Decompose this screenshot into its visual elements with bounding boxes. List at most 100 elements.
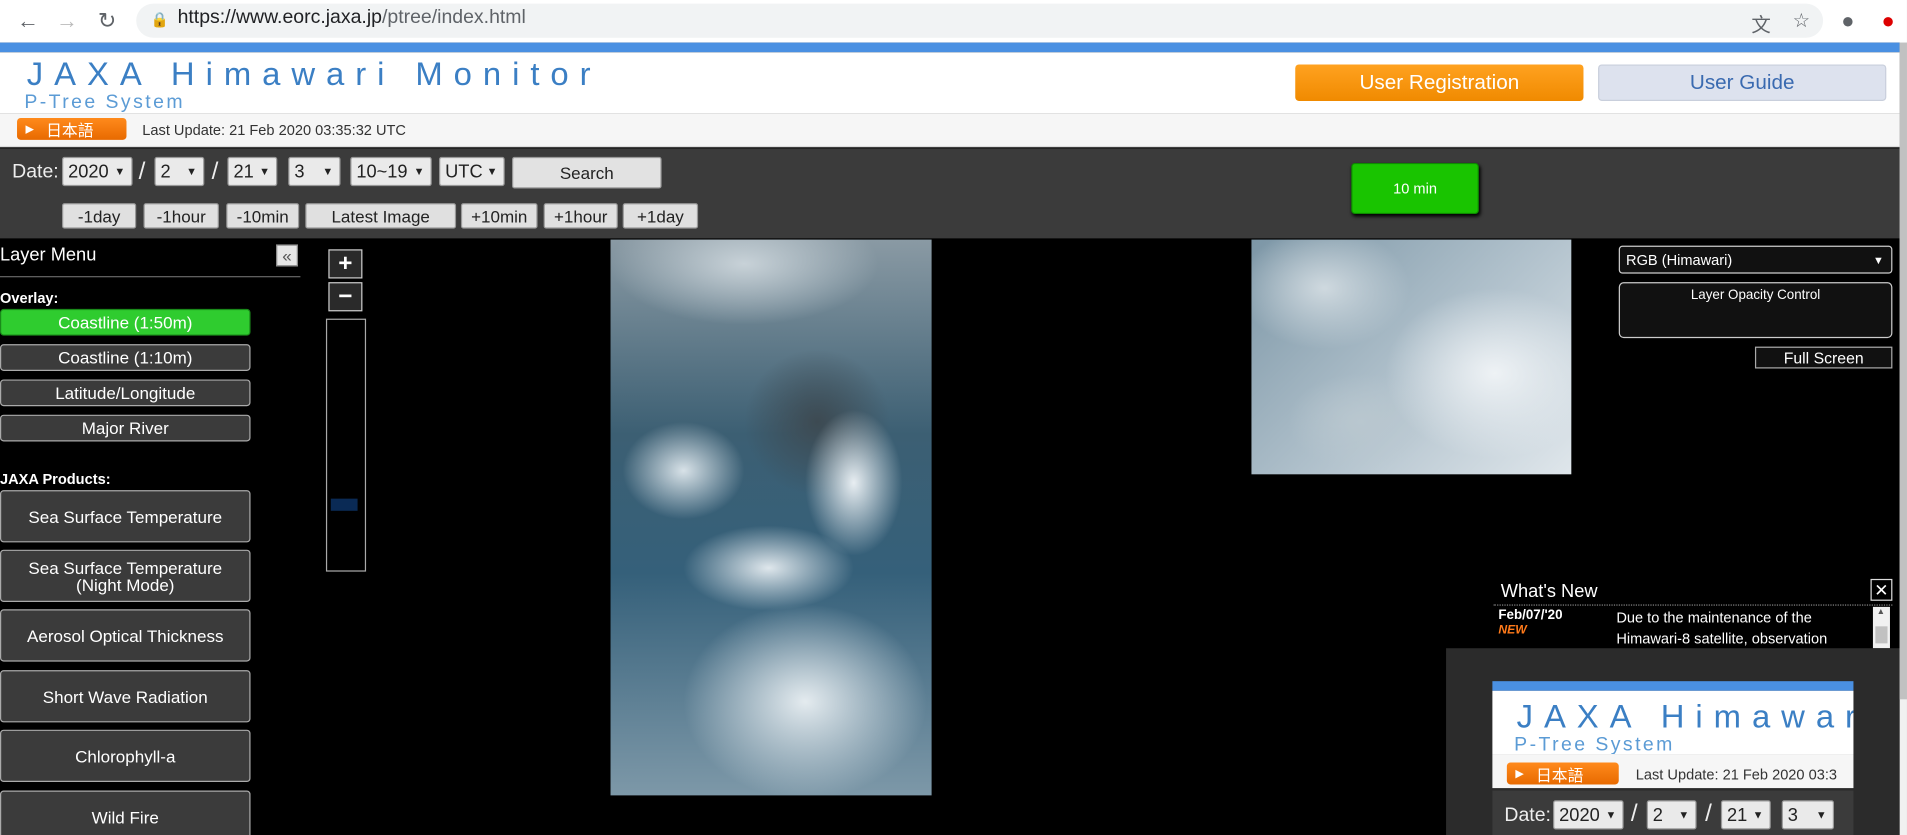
preview-day-select[interactable]: 21 ▼ <box>1720 800 1771 830</box>
preview-year-select[interactable]: 2020 ▼ <box>1553 800 1624 830</box>
overlay-lat-lon[interactable]: Latitude/Longitude <box>0 379 251 407</box>
product-aerosol[interactable]: Aerosol Optical Thickness <box>0 609 251 662</box>
plus-1day-button[interactable]: +1day <box>622 203 699 229</box>
preview-hour-select[interactable]: 3 ▼ <box>1781 800 1835 830</box>
news-scrollbar[interactable]: ▲ <box>1872 606 1890 649</box>
timezone-value: UTC <box>445 161 483 182</box>
plus-10min-button[interactable]: +10min <box>460 203 538 229</box>
url-path: /ptree/index.html <box>381 7 526 28</box>
year-value: 2020 <box>68 161 109 182</box>
year-select[interactable]: 2020 ▼ <box>62 156 133 187</box>
overlay-coastline-50m[interactable]: Coastline (1:50m) <box>0 308 251 336</box>
interval-10min-button[interactable]: 10 min <box>1351 162 1479 215</box>
site-subtitle: P-Tree System <box>24 92 185 114</box>
product-chlorophyll[interactable]: Chlorophyll-a <box>0 729 251 783</box>
dropdown-arrow-icon: ▼ <box>1873 253 1884 266</box>
dropdown-arrow-icon: ▼ <box>322 165 334 178</box>
band-select[interactable]: RGB (Himawari) ▼ <box>1618 245 1893 274</box>
layer-opacity-control[interactable]: Layer Opacity Control <box>1618 282 1893 339</box>
minute-value: 10~19 <box>356 161 408 182</box>
day-select[interactable]: 21 ▼ <box>227 156 278 187</box>
product-sst-night[interactable]: Sea Surface Temperature (Night Mode) <box>0 549 251 603</box>
date-separator: / <box>211 158 219 185</box>
lock-icon[interactable]: 🔒 <box>151 11 169 28</box>
hour-value: 3 <box>294 161 305 182</box>
date-separator: / <box>138 158 146 185</box>
close-icon[interactable]: ✕ <box>1870 578 1893 601</box>
reload-icon[interactable]: ↻ <box>91 6 123 35</box>
product-wild-fire[interactable]: Wild Fire <box>0 790 251 835</box>
scroll-thumb[interactable] <box>1875 626 1888 644</box>
zoom-slider-thumb[interactable] <box>330 498 358 511</box>
url-text[interactable]: https://www.eorc.jaxa.jp/ptree/index.htm… <box>178 7 526 29</box>
overlay-section-label: Overlay: <box>0 289 59 307</box>
preview-accent-bar <box>1492 681 1854 691</box>
preview-day-value: 21 <box>1726 804 1748 826</box>
translate-icon[interactable]: 文 <box>1751 9 1770 38</box>
dropdown-arrow-icon: ▼ <box>186 165 198 178</box>
forward-icon[interactable]: → <box>51 6 83 35</box>
dropdown-arrow-icon: ▼ <box>1605 808 1617 821</box>
zoom-slider[interactable] <box>325 318 367 572</box>
minute-select[interactable]: 10~19 ▼ <box>350 156 432 187</box>
overlay-coastline-10m[interactable]: Coastline (1:10m) <box>0 344 251 371</box>
dropdown-arrow-icon: ▼ <box>1815 808 1827 821</box>
satellite-image-tile[interactable] <box>1251 239 1572 475</box>
product-short-wave-radiation[interactable]: Short Wave Radiation <box>0 670 251 723</box>
products-section-label: JAXA Products: <box>0 470 111 488</box>
day-value: 21 <box>233 161 254 182</box>
month-select[interactable]: 2 ▼ <box>154 156 205 187</box>
satellite-image-tile[interactable] <box>610 239 932 796</box>
collapse-menu-icon[interactable]: « <box>276 244 298 267</box>
search-button[interactable]: Search <box>512 156 662 189</box>
extension-icon[interactable]: ● <box>1881 9 1894 35</box>
play-icon: ▶ <box>25 122 34 135</box>
product-sst[interactable]: Sea Surface Temperature <box>0 490 251 543</box>
divider <box>1493 604 1893 606</box>
news-text: Due to the maintenance of the Himawari-8… <box>1616 609 1828 648</box>
account-icon[interactable]: ● <box>1841 9 1854 35</box>
scroll-up-icon[interactable]: ▲ <box>1877 608 1885 617</box>
plus-1hour-button[interactable]: +1hour <box>543 203 618 229</box>
hour-select[interactable]: 3 ▼ <box>288 156 341 187</box>
browser-toolbar: ← → ↻ 🔒 https://www.eorc.jaxa.jp/ptree/i… <box>0 0 1907 43</box>
url-host: https://www.eorc.jaxa.jp <box>177 7 382 28</box>
preview-date-label: Date: <box>1504 805 1551 826</box>
minus-1hour-button[interactable]: -1hour <box>143 203 219 229</box>
site-title: JAXA Himawari Monitor <box>26 55 602 93</box>
user-registration-button[interactable]: User Registration <box>1295 64 1584 101</box>
lang-label: 日本語 <box>46 121 94 140</box>
preview-month-value: 2 <box>1652 804 1663 826</box>
page-scroll-thumb[interactable] <box>1899 42 1907 700</box>
date-label: Date: <box>12 161 59 183</box>
dropdown-arrow-icon: ▼ <box>1678 808 1690 821</box>
user-guide-button[interactable]: User Guide <box>1598 64 1887 101</box>
page-scrollbar[interactable] <box>1899 42 1907 835</box>
whats-new-title: What's New <box>1500 581 1598 603</box>
preview-window[interactable]: JAXA Himawari P-Tree System ▶ 日本語 Last Up… <box>1492 681 1854 835</box>
overlay-major-river[interactable]: Major River <box>0 414 251 442</box>
dropdown-arrow-icon: ▼ <box>114 165 126 178</box>
japanese-language-button[interactable]: ▶ 日本語 <box>17 117 127 140</box>
preview-lang-label: 日本語 <box>1535 765 1584 784</box>
divider <box>0 276 301 278</box>
dropdown-arrow-icon: ▼ <box>486 165 498 178</box>
news-date: Feb/07/'20 <box>1498 608 1563 623</box>
header-accent-bar <box>0 42 1900 53</box>
dropdown-arrow-icon: ▼ <box>259 165 270 178</box>
zoom-in-button[interactable]: + <box>328 249 363 279</box>
preview-lang-button[interactable]: ▶ 日本語 <box>1506 762 1619 785</box>
minus-1day-button[interactable]: -1day <box>62 203 137 229</box>
new-badge: NEW <box>1498 623 1527 638</box>
play-icon: ▶ <box>1515 766 1524 779</box>
minus-10min-button[interactable]: -10min <box>226 203 300 229</box>
preview-last-update: Last Update: 21 Feb 2020 03:3 <box>1635 766 1838 784</box>
star-icon[interactable]: ☆ <box>1793 9 1810 33</box>
full-screen-button[interactable]: Full Screen <box>1754 346 1893 369</box>
timezone-select[interactable]: UTC ▼ <box>439 156 505 187</box>
back-icon[interactable]: ← <box>12 6 44 35</box>
last-update-text: Last Update: 21 Feb 2020 03:35:32 UTC <box>142 121 406 139</box>
zoom-out-button[interactable]: − <box>328 282 363 312</box>
preview-month-select[interactable]: 2 ▼ <box>1646 800 1697 830</box>
latest-image-button[interactable]: Latest Image <box>305 203 457 229</box>
